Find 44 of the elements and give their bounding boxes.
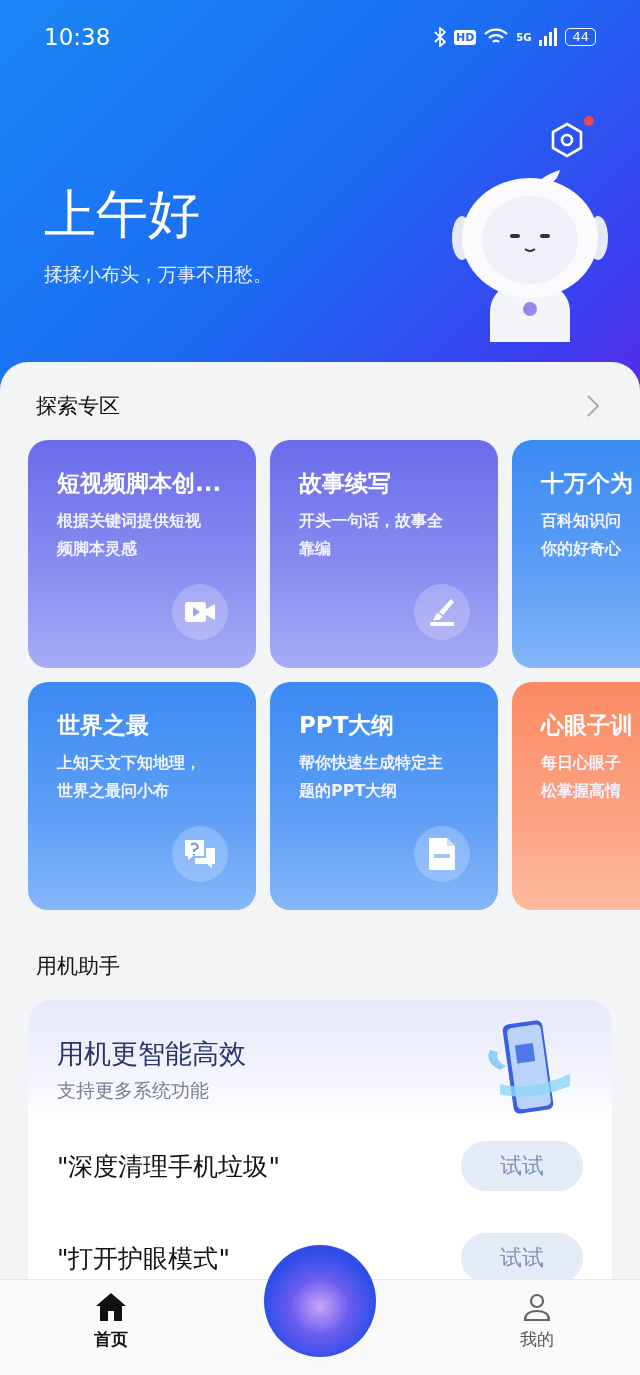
feature-card[interactable]: PPT大纲 帮你快速生成特定主 题的PPT大纲 [270,682,498,910]
card-description: 每日心眼子 松掌握高情 [541,752,622,802]
card-title: 故事续写 [299,469,392,498]
paintbrush-icon [427,597,457,627]
banner-title: 用机更智能高效 [57,1037,246,1071]
section-title: 探索专区 [36,393,120,420]
try-button[interactable]: 试试 [461,1141,583,1191]
card-description: 开头一句话，故事全 靠编 [299,510,444,560]
person-icon [522,1292,552,1322]
question-chat-icon [184,839,216,869]
card-description: 帮你快速生成特定主 题的PPT大纲 [299,752,444,802]
feature-card[interactable]: 短视频脚本创... 根据关键词提供短视 频脚本灵感 [28,440,256,668]
feature-card[interactable]: 故事续写 开头一句话，故事全 靠编 [270,440,498,668]
nav-tab[interactable]: 首页 [88,1280,134,1375]
feature-card[interactable]: 十万个为 百科知识问 你的好奇心 [512,440,640,668]
battery-indicator: 44 [565,28,596,46]
home-icon [95,1292,127,1322]
feature-card[interactable]: 心眼子训 每日心眼子 松掌握高情 [512,682,640,910]
network-type: 5G [516,31,532,43]
card-title: PPT大纲 [299,711,396,740]
card-description: 上知天文下知地理， 世界之最问小布 [57,752,202,802]
command-text: "深度清理手机垃圾" [57,1150,280,1183]
card-description: 根据关键词提供短视 频脚本灵感 [57,510,202,560]
section-title: 用机助手 [35,953,121,980]
card-title: 世界之最 [57,711,150,740]
document-icon [429,838,455,870]
card-title: 心眼子训 [541,711,634,740]
greeting-subtitle: 揉揉小布头，万事不用愁。 [44,262,272,287]
card-title: 短视频脚本创... [57,469,223,498]
signal-icon [539,28,558,46]
video-camera-icon [185,601,215,623]
nav-tab[interactable]: 我的 [514,1280,560,1375]
card-description: 百科知识问 你的好奇心 [541,510,622,560]
bluetooth-icon [433,27,446,47]
hd-indicator: HD [453,29,477,45]
feature-card[interactable]: 世界之最 上知天文下知地理， 世界之最问小布 [28,682,256,910]
command-text: "打开护眼模式" [57,1242,230,1275]
greeting-title: 上午好 [44,183,201,246]
nav-label: 我的 [520,1328,554,1351]
banner-subtitle: 支持更多系统功能 [57,1078,210,1103]
nav-label: 首页 [94,1328,128,1351]
settings-icon[interactable] [550,122,584,158]
card-title: 十万个为 [541,469,634,498]
status-time: 10:38 [44,24,111,50]
